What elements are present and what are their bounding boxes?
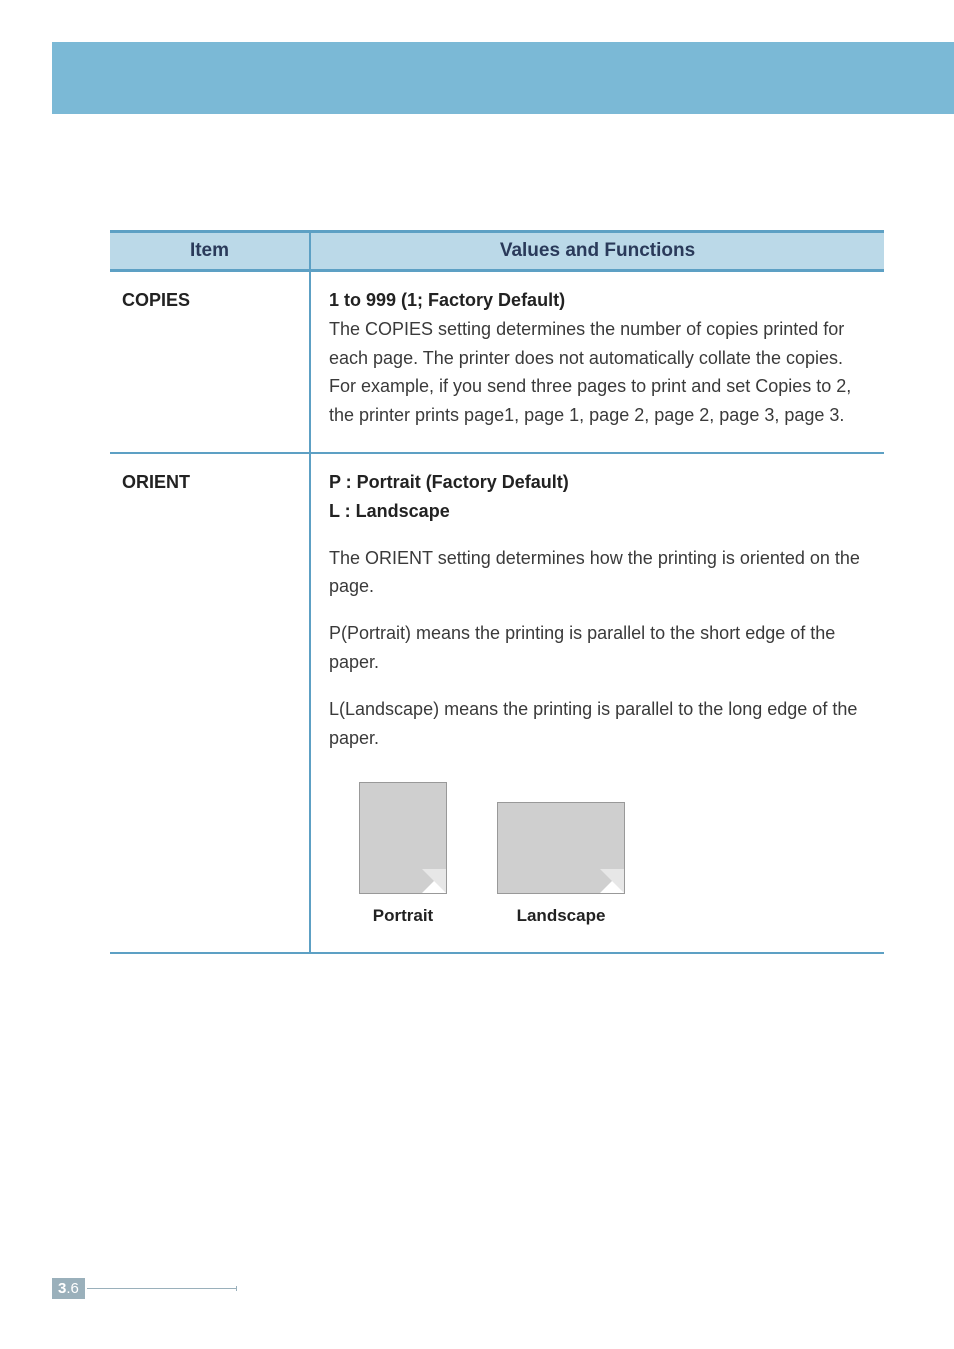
main-content: Item Values and Functions COPIES 1 to 99…: [110, 230, 884, 954]
landscape-caption: Landscape: [517, 902, 606, 929]
copies-default-label: 1 to 999 (1; Factory Default): [329, 290, 565, 310]
settings-table: Item Values and Functions COPIES 1 to 99…: [110, 230, 884, 954]
th-values: Values and Functions: [310, 232, 884, 271]
row-item-orient: ORIENT: [110, 453, 310, 953]
landscape-page-icon: [497, 802, 625, 894]
orient-portrait-label: P : Portrait (Factory Default): [329, 468, 866, 497]
row-item-copies: COPIES: [110, 271, 310, 453]
table-row: COPIES 1 to 999 (1; Factory Default) The…: [110, 271, 884, 453]
orient-desc-1: The ORIENT setting determines how the pr…: [329, 544, 866, 602]
footer-rule: [87, 1288, 237, 1289]
orientation-illustrations: Portrait Landscape: [359, 782, 866, 929]
orient-desc-2: P(Portrait) means the printing is parall…: [329, 619, 866, 677]
table-row: ORIENT P : Portrait (Factory Default) L …: [110, 453, 884, 953]
dogear-icon: [600, 869, 624, 893]
header-bar: [52, 42, 954, 114]
dogear-icon: [422, 869, 446, 893]
orient-desc-3: L(Landscape) means the printing is paral…: [329, 695, 866, 753]
page-number: .6: [66, 1280, 79, 1297]
row-values-copies: 1 to 999 (1; Factory Default) The COPIES…: [310, 271, 884, 453]
portrait-illustration: Portrait: [359, 782, 447, 929]
portrait-caption: Portrait: [373, 902, 433, 929]
th-item: Item: [110, 232, 310, 271]
page-footer: 3.6: [52, 1278, 237, 1299]
portrait-page-icon: [359, 782, 447, 894]
copies-description: The COPIES setting determines the number…: [329, 319, 851, 425]
row-values-orient: P : Portrait (Factory Default) L : Lands…: [310, 453, 884, 953]
page-number-badge: 3.6: [52, 1278, 85, 1299]
landscape-illustration: Landscape: [497, 802, 625, 929]
orient-landscape-label: L : Landscape: [329, 497, 866, 526]
